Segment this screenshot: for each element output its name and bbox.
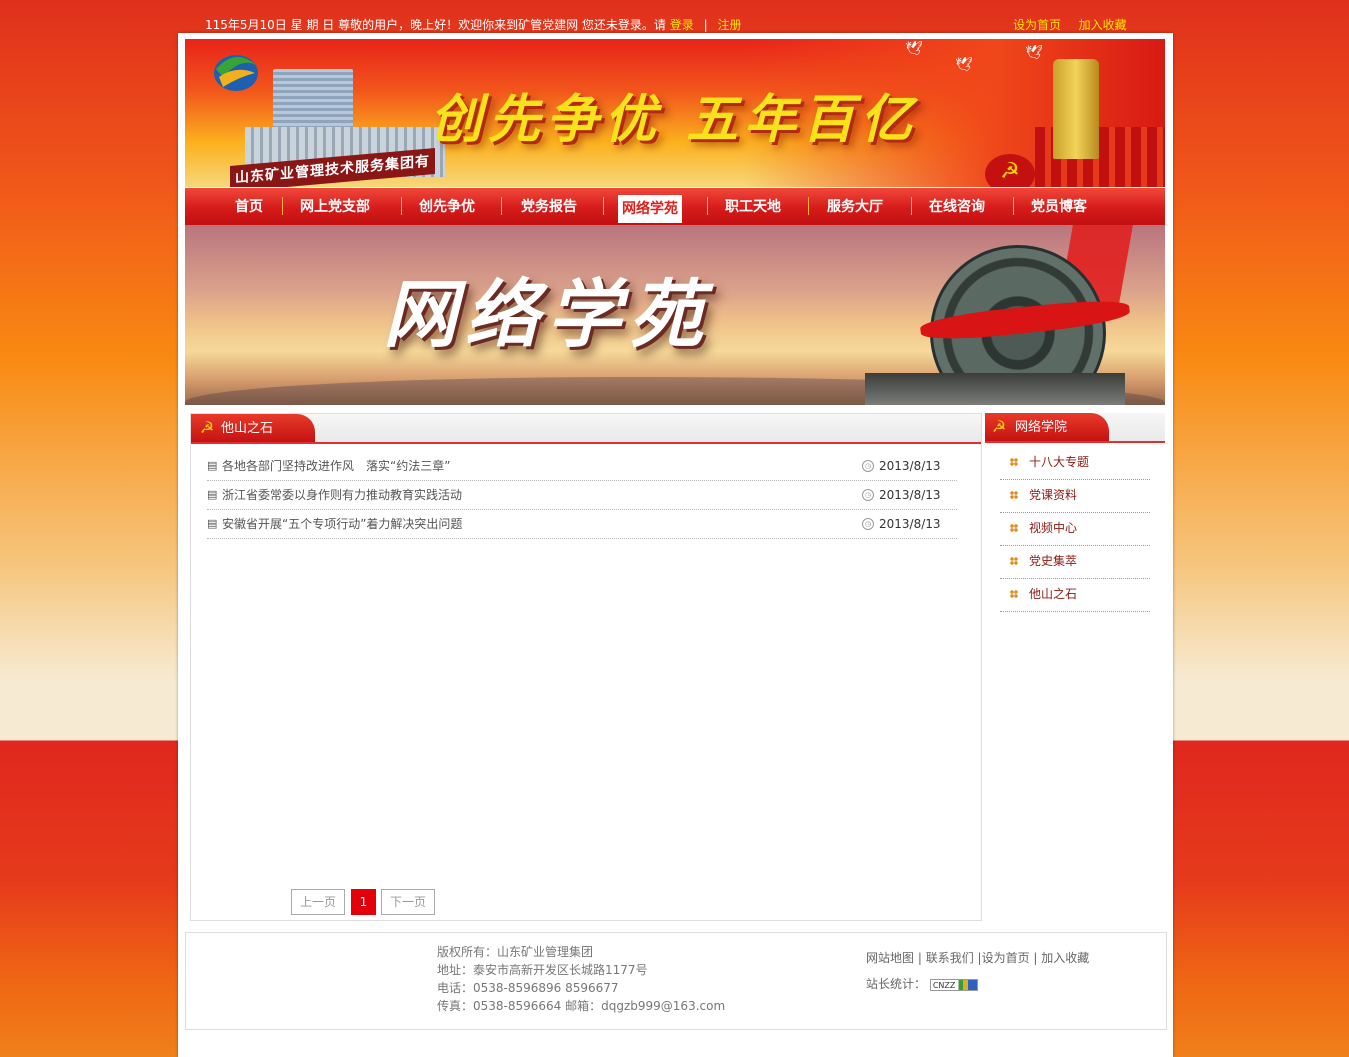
clock-icon: ◷ [862, 460, 874, 472]
nav-item-online-academy[interactable]: 网络学苑 [618, 195, 682, 223]
prev-page-button[interactable]: 上一页 [291, 889, 345, 915]
news-title[interactable]: 安徽省开展“五个专项行动”着力解决突出问题 [222, 510, 462, 538]
top-bar: 115年5月10日 星 期 日 尊敬的用户，晚上好！欢迎你来到矿管党建网 您还未… [205, 16, 1127, 34]
cnzz-badge[interactable]: CNZZ [929, 978, 978, 991]
register-link[interactable]: 注册 [717, 18, 741, 32]
contact-link[interactable]: 联系我们 [926, 951, 974, 965]
panel-title: 他山之石 [221, 421, 274, 436]
news-panel-header: ☭ 他山之石 [191, 414, 981, 444]
top-bar-right: 设为首页 加入收藏 [1013, 16, 1127, 33]
separator: | [703, 18, 708, 32]
nav-item-consult[interactable]: 在线咨询 [929, 195, 985, 219]
greeting-text: 115年5月10日 星 期 日 尊敬的用户，晚上好！欢迎你来到矿管党建网 您还未… [205, 18, 666, 32]
footer-info: 版权所有：山东矿业管理集团 地址：泰安市高新开发区长城路1177号 电话：053… [437, 943, 725, 1015]
nav-divider [707, 197, 708, 215]
party-emblem-icon: ☭ [985, 154, 1035, 187]
dove-icon: 🕊 [1025, 45, 1043, 61]
sidebar-item-other-stones[interactable]: 他山之石 [1000, 579, 1150, 612]
footer-links: 网站地图 | 联系我们 |设为首页 | 加入收藏 [866, 951, 1090, 965]
nav-item-party-reports[interactable]: 党务报告 [521, 195, 577, 219]
news-item[interactable]: ▤ 安徽省开展“五个专项行动”着力解决突出问题 ◷ 2013/8/13 [207, 510, 957, 539]
next-page-button[interactable]: 下一页 [381, 889, 435, 915]
footer: 版权所有：山东矿业管理集团 地址：泰安市高新开发区长城路1177号 电话：053… [185, 932, 1167, 1030]
nav-item-online-branch[interactable]: 网上党支部 [300, 195, 370, 219]
nav-divider [401, 197, 402, 215]
sidebar-item-label[interactable]: 视频中心 [1029, 513, 1077, 543]
clock-icon: ◷ [862, 489, 874, 501]
sidebar-item-video[interactable]: 视频中心 [1000, 513, 1150, 546]
news-date: 2013/8/13 [879, 517, 941, 531]
footer-add-favorite-link[interactable]: 加入收藏 [1041, 951, 1089, 965]
nav-item-excellence[interactable]: 创先争优 [419, 195, 475, 219]
news-date: 2013/8/13 [879, 488, 941, 502]
footer-set-home-link[interactable]: 设为首页 [982, 951, 1030, 965]
footer-phone: 电话：0538-8596896 8596677 [437, 981, 619, 995]
banner-slogan: 创先争优 五年百亿 [430, 89, 919, 150]
sidebar-panel: ☭ 网络学院 十八大专题 党课资料 视频中心 党史集萃 他山之石 [985, 413, 1165, 919]
bullet-icon [1010, 524, 1018, 532]
bullet-icon [1010, 557, 1018, 565]
company-logo-icon [214, 55, 258, 91]
news-item[interactable]: ▤ 浙江省委常委以身作则有力推动教育实践活动 ◷ 2013/8/13 [207, 481, 957, 510]
news-panel: ☭ 他山之石 ▤ 各地各部门坚持改进作风 落实“约法三章” ◷ 2013/8/1… [190, 413, 982, 921]
document-icon: ▤ [207, 488, 218, 501]
sidebar-item-lessons[interactable]: 党课资料 [1000, 480, 1150, 513]
nav-divider [501, 197, 502, 215]
document-icon: ▤ [207, 459, 218, 472]
nav-divider [603, 197, 604, 215]
page-container: 山东矿业管理技术服务集团有限公司 创先争优 五年百亿 🕊 🕊 🕊 ☭ 首页 网上… [178, 33, 1173, 1057]
sidebar-list: 十八大专题 党课资料 视频中心 党史集萃 他山之石 [1000, 447, 1150, 612]
news-title[interactable]: 浙江省委常委以身作则有力推动教育实践活动 [222, 481, 462, 509]
nav-divider [808, 197, 809, 215]
footer-fax-email: 传真：0538-8596664 邮箱：dqgzb999@163.com [437, 999, 726, 1013]
sidebar-item-18th-congress[interactable]: 十八大专题 [1000, 447, 1150, 480]
sidebar-title: 网络学院 [1015, 420, 1068, 435]
nav-item-member-blog[interactable]: 党员博客 [1031, 195, 1087, 219]
news-list: ▤ 各地各部门坚持改进作风 落实“约法三章” ◷ 2013/8/13 ▤ 浙江省… [207, 452, 957, 539]
document-icon: ▤ [207, 517, 218, 530]
sidebar-item-label[interactable]: 党史集萃 [1029, 546, 1077, 576]
sidebar-header: ☭ 网络学院 [985, 413, 1165, 443]
footer-address: 地址：泰安市高新开发区长城路1177号 [437, 963, 648, 977]
login-link[interactable]: 登录 [670, 18, 694, 32]
section-banner: 网络学苑 [185, 225, 1165, 405]
clock-icon: ◷ [862, 518, 874, 530]
nav-divider [1013, 197, 1014, 215]
bullet-icon [1010, 458, 1018, 466]
party-emblem-icon: ☭ [991, 417, 1007, 436]
stats-label: 站长统计： [866, 977, 927, 991]
sidebar-item-history[interactable]: 党史集萃 [1000, 546, 1150, 579]
nav-divider [282, 197, 283, 215]
nav-item-home[interactable]: 首页 [235, 195, 263, 219]
huabiao-monument-image [1053, 59, 1099, 159]
section-banner-title: 网络学苑 [383, 272, 711, 358]
add-favorite-link[interactable]: 加入收藏 [1079, 18, 1127, 32]
news-date: 2013/8/13 [879, 459, 941, 473]
party-emblem-icon: ☭ [199, 418, 215, 437]
main-nav: 首页 网上党支部 创先争优 党务报告 网络学苑 职工天地 服务大厅 在线咨询 党… [185, 187, 1165, 226]
news-item[interactable]: ▤ 各地各部门坚持改进作风 落实“约法三章” ◷ 2013/8/13 [207, 452, 957, 481]
sidebar-item-label[interactable]: 他山之石 [1029, 579, 1077, 609]
header-banner: 山东矿业管理技术服务集团有限公司 创先争优 五年百亿 🕊 🕊 🕊 ☭ [185, 39, 1165, 187]
nav-item-staff[interactable]: 职工天地 [725, 195, 781, 219]
news-title[interactable]: 各地各部门坚持改进作风 落实“约法三章” [222, 452, 450, 480]
footer-copyright: 版权所有：山东矿业管理集团 [437, 945, 594, 959]
bullet-icon [1010, 590, 1018, 598]
dove-icon: 🕊 [955, 57, 973, 73]
nav-item-service-hall[interactable]: 服务大厅 [827, 195, 883, 219]
site-stats: 站长统计： CNZZ [866, 975, 978, 992]
stone-base-image [865, 373, 1125, 405]
sitemap-link[interactable]: 网站地图 [866, 951, 914, 965]
set-home-link[interactable]: 设为首页 [1013, 18, 1061, 32]
bullet-icon [1010, 491, 1018, 499]
top-bar-left: 115年5月10日 星 期 日 尊敬的用户，晚上好！欢迎你来到矿管党建网 您还未… [205, 16, 741, 33]
nav-divider [911, 197, 912, 215]
sidebar-item-label[interactable]: 十八大专题 [1029, 447, 1089, 477]
dove-icon: 🕊 [905, 41, 923, 57]
current-page-button[interactable]: 1 [351, 889, 376, 915]
sidebar-item-label[interactable]: 党课资料 [1029, 480, 1077, 510]
